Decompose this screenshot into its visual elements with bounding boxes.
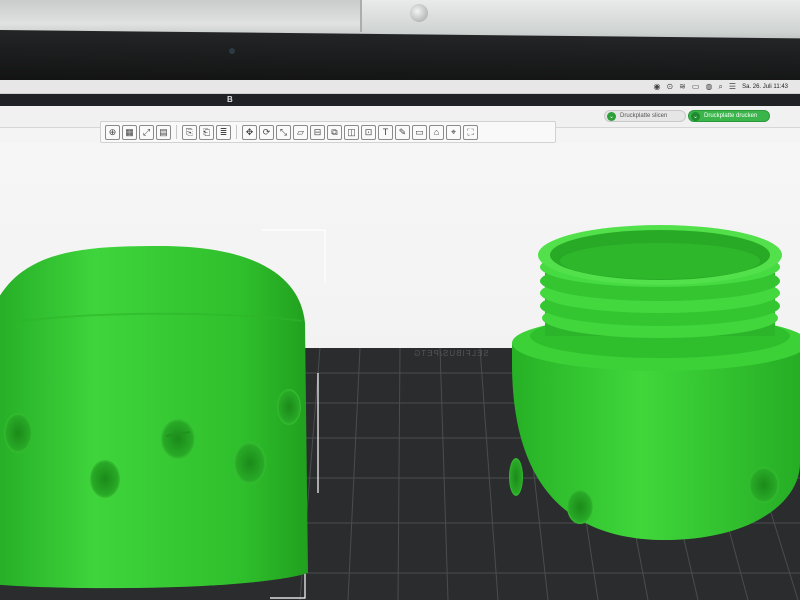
wifi-icon[interactable]: ≋ — [679, 82, 686, 92]
cut-icon[interactable]: ⊡ — [361, 124, 376, 140]
slice-plate-button[interactable]: ⌄ Druckplatte slicen — [604, 110, 686, 122]
print-plate-button[interactable]: ⌄ Druckplatte drucken — [688, 110, 770, 122]
scale-icon[interactable]: ⤡ — [276, 124, 291, 140]
macos-menubar: ◉ ⊙ ≋ ▭ ◍ ⌕ ☰ Sa. 26. Juli 11:43 — [0, 80, 800, 94]
scene-canvas[interactable] — [0, 143, 800, 600]
text-icon[interactable]: T — [378, 124, 393, 140]
assembly-icon[interactable]: ⛶ — [463, 124, 478, 140]
measure-icon[interactable]: ⌖ — [446, 124, 461, 140]
toolbar-separator — [176, 125, 177, 139]
move-icon[interactable]: ✥ — [242, 124, 257, 140]
cast-icon[interactable]: ▭ — [692, 82, 700, 92]
app-title-glyph: B — [227, 95, 233, 104]
app-title-bar: B — [0, 94, 800, 106]
lay-on-face-icon[interactable]: ▱ — [293, 124, 308, 140]
layers-icon[interactable]: ≣ — [216, 124, 231, 140]
chevron-down-icon[interactable]: ⌄ — [607, 111, 616, 121]
dome-model[interactable] — [0, 246, 308, 589]
seam-icon[interactable]: ▭ — [412, 124, 427, 140]
photo-of-monitor: ◉ ⊙ ≋ ▭ ◍ ⌕ ☰ Sa. 26. Juli 11:43 B ⌄ Dru… — [0, 0, 800, 600]
plate-settings-icon[interactable]: ▤ — [156, 124, 171, 140]
control-center-icon[interactable]: ☰ — [729, 82, 736, 92]
user-icon[interactable]: ◍ — [705, 82, 712, 92]
screen: ◉ ⊙ ≋ ▭ ◍ ⌕ ☰ Sa. 26. Juli 11:43 B ⌄ Dru… — [0, 80, 800, 600]
slice-plate-label: Druckplatte slicen — [620, 113, 668, 119]
paste-icon[interactable]: ⎗ — [199, 124, 214, 140]
menubar-clock[interactable]: Sa. 26. Juli 11:43 — [742, 84, 788, 90]
record-icon[interactable]: ◉ — [653, 82, 660, 92]
copy-icon[interactable]: ⎘ — [182, 124, 197, 140]
cube-icon[interactable]: ◫ — [344, 124, 359, 140]
print-plate-label: Druckplatte drucken — [704, 113, 758, 119]
chevron-down-icon[interactable]: ⌄ — [691, 111, 700, 121]
threaded-pot-model[interactable] — [509, 225, 800, 541]
support-icon[interactable]: ⌂ — [429, 124, 444, 140]
toolbar-separator — [236, 125, 237, 139]
arrange-icon[interactable]: ▦ — [122, 124, 137, 140]
paint-icon[interactable]: ✎ — [395, 124, 410, 140]
rotate-icon[interactable]: ⟳ — [259, 124, 274, 140]
search-icon[interactable]: ⌕ — [718, 82, 722, 92]
3d-viewport[interactable]: SELFIBUS/PETG — [0, 143, 800, 600]
orient-icon[interactable]: ⤢ — [139, 124, 154, 140]
wall-fixture — [410, 4, 428, 22]
split-icon[interactable]: ⊟ — [310, 124, 325, 140]
webcam — [229, 48, 235, 54]
main-toolbar: ⊕ ▦ ⤢ ▤ ⎘ ⎗ ≣ ✥ ⟳ ⤡ ▱ ⊟ ⧉ ◫ ⊡ T ✎ ▭ ⌂ ⌖ ⛶ — [100, 121, 556, 143]
control-icon[interactable]: ⊙ — [666, 82, 673, 92]
boolean-icon[interactable]: ⧉ — [327, 124, 342, 140]
add-object-icon[interactable]: ⊕ — [105, 124, 120, 140]
